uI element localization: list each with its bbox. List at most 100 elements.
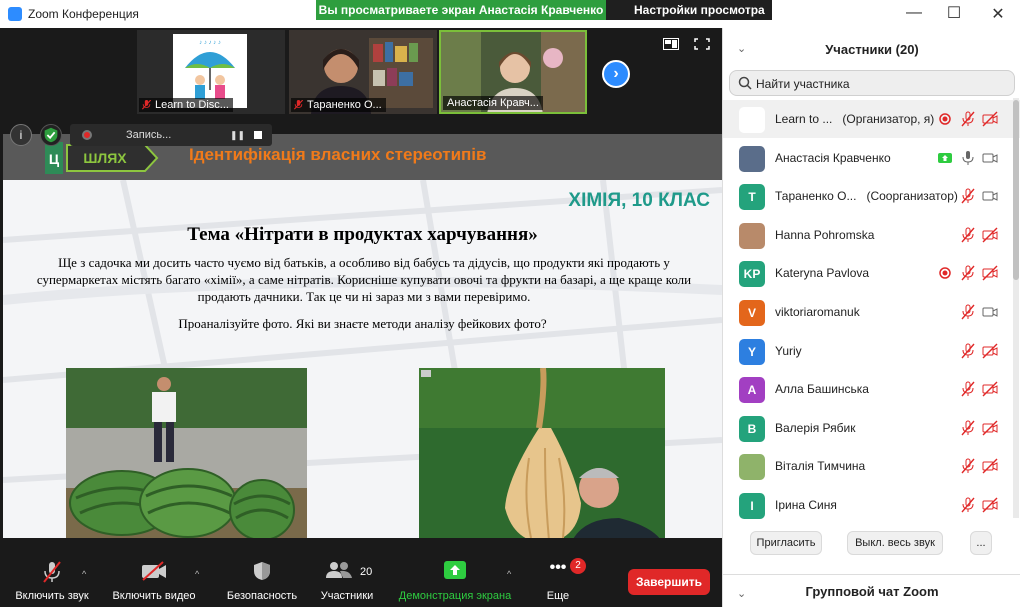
participant-name: Віталія Тимчина xyxy=(775,459,865,473)
svg-text:Ц: Ц xyxy=(49,151,60,167)
photo-badge xyxy=(421,370,431,377)
share-options-caret-icon[interactable]: ^ xyxy=(507,569,511,579)
thumbnail-name: Тараненко О... xyxy=(291,98,386,112)
svg-text:♪ ♪ ♪ ♪ ♪: ♪ ♪ ♪ ♪ ♪ xyxy=(199,40,221,46)
video-thumbnail[interactable]: Тараненко О... xyxy=(289,30,437,114)
recording-label: Запись... xyxy=(126,129,172,141)
security-label: Безопасность xyxy=(226,590,298,602)
encryption-shield-icon[interactable] xyxy=(40,124,62,146)
participant-avatar: B xyxy=(739,415,765,442)
mic-muted-icon xyxy=(961,497,975,513)
stop-recording-icon[interactable] xyxy=(254,131,262,139)
participant-row[interactable]: Vviktoriaromanuk xyxy=(723,293,1020,331)
participant-row[interactable]: B Валерія Рябик xyxy=(723,409,1020,447)
participant-name-text: Yuriy xyxy=(775,343,802,358)
participant-role: (Соорганизатор) xyxy=(866,189,958,204)
participant-avatar: V xyxy=(739,300,765,326)
mic-muted-icon xyxy=(294,100,303,110)
participant-name: Алла Башинська xyxy=(775,382,869,396)
participant-avatar xyxy=(739,107,765,133)
participant-name: Learn to ... (Организатор, я) xyxy=(775,112,934,126)
invite-button[interactable]: Пригласить xyxy=(750,531,822,555)
participant-row[interactable]: I Ірина Синя xyxy=(723,486,1020,522)
mic-muted-icon xyxy=(961,420,975,436)
start-video-button[interactable]: Включить видео xyxy=(106,539,202,607)
slide-question: Проаналізуйте фото. Які ви знаєте методи… xyxy=(178,316,547,331)
audio-options-caret-icon[interactable]: ^ xyxy=(82,569,86,579)
mic-muted-icon xyxy=(961,458,975,474)
video-options-caret-icon[interactable]: ^ xyxy=(195,569,199,579)
scrollbar-thumb[interactable] xyxy=(1013,100,1019,280)
participant-row[interactable]: A Алла Башинська xyxy=(723,370,1020,408)
participant-name-text: viktoriaromanuk xyxy=(775,305,860,319)
thumbnail-name-label: Learn to Disc... xyxy=(155,99,229,111)
slide-header-title: Ідентифікація власних стереотипів xyxy=(189,145,487,164)
more-label: Еще xyxy=(546,590,570,602)
group-chat-header[interactable]: ⌄ Групповой чат Zoom xyxy=(723,574,1020,607)
share-screen-icon xyxy=(444,561,466,579)
video-on-icon xyxy=(982,153,998,163)
participant-name-text: Анастасія Кравченко xyxy=(775,150,891,165)
participant-search[interactable] xyxy=(729,70,1015,96)
meeting-info-icon[interactable]: i xyxy=(10,124,32,146)
more-badge: 2 xyxy=(570,558,586,574)
mic-muted-icon xyxy=(961,227,975,243)
screen-share-banner: Вы просматриваете экран Анастасія Кравче… xyxy=(316,0,606,20)
security-button[interactable]: Безопасность xyxy=(218,539,306,607)
participant-avatar: A xyxy=(739,377,765,404)
thumbnail-name-label: Анастасія Кравч... xyxy=(447,97,539,109)
share-screen-label: Демонстрация экрана xyxy=(398,590,512,602)
participant-name: Тараненко О... (Соорганизатор) xyxy=(775,189,958,203)
participant-name: Hanna Pohromska xyxy=(775,228,874,242)
participant-row[interactable]: Віталія Тимчина xyxy=(723,447,1020,485)
participant-avatar: KP xyxy=(739,261,765,288)
participants-button[interactable]: 20 Участники xyxy=(310,539,384,607)
participant-search-input[interactable] xyxy=(756,75,1006,93)
video-off-icon xyxy=(982,265,998,281)
video-on-icon xyxy=(982,307,998,317)
video-off-icon xyxy=(142,561,166,581)
video-thumbnail-active-speaker[interactable]: Анастасія Кравч... xyxy=(439,30,587,114)
end-meeting-button[interactable]: Завершить xyxy=(628,569,710,595)
participant-name-text: Learn to ... xyxy=(775,112,833,126)
view-options-button[interactable]: Настройки просмотра ⌄ xyxy=(606,0,772,36)
mic-muted-icon xyxy=(961,304,975,320)
start-video-label: Включить видео xyxy=(112,590,196,602)
mute-all-button[interactable]: Выкл. весь звук xyxy=(847,531,943,555)
mic-on-icon xyxy=(962,150,974,165)
panel-more-button[interactable]: ... xyxy=(970,531,992,555)
participant-row[interactable]: T Тараненко О... (Соорганизатор) xyxy=(723,177,1020,215)
next-page-arrow-button[interactable]: › xyxy=(602,60,630,88)
participant-name: Yuriy xyxy=(775,344,802,358)
participant-row[interactable]: KP Kateryna Pavlova xyxy=(723,254,1020,292)
participant-name: Анастасія Кравченко xyxy=(775,151,891,165)
search-icon xyxy=(738,76,752,90)
share-screen-button[interactable]: Демонстрация экрана xyxy=(392,539,518,607)
participant-list-scrollbar[interactable] xyxy=(1013,98,1019,518)
close-icon[interactable]: ✕ xyxy=(988,4,1008,24)
recording-dot-icon xyxy=(82,130,92,140)
participant-row[interactable]: Анастасія Кравченко xyxy=(723,139,1020,177)
participant-avatar: T xyxy=(739,184,765,211)
participant-name-text: Hanna Pohromska xyxy=(775,227,875,242)
title-bar: Zoom Конференция Вы просматриваете экран… xyxy=(0,0,1020,36)
slide-body-text: Ще з садочка ми досить часто чуємо від б… xyxy=(36,255,692,304)
video-off-icon xyxy=(982,111,998,127)
participant-row[interactable]: Learn to ... (Организатор, я) xyxy=(723,100,1020,138)
participant-name-text: Ірина Синя xyxy=(775,498,837,512)
video-thumbnail-strip: ♪ ♪ ♪ ♪ ♪ Learn to Disc... Тараненко О..… xyxy=(0,28,722,118)
pause-recording-icon[interactable]: ❚❚ xyxy=(230,124,245,146)
video-thumbnail[interactable]: ♪ ♪ ♪ ♪ ♪ Learn to Disc... xyxy=(137,30,285,114)
gallery-layout-icon[interactable] xyxy=(663,38,679,50)
giant-onion-photo xyxy=(419,368,665,538)
minimize-icon[interactable]: — xyxy=(904,4,924,22)
recording-icon xyxy=(939,267,951,280)
participant-row[interactable]: Hanna Pohromska xyxy=(723,216,1020,254)
security-shield-icon xyxy=(254,562,270,580)
participant-row[interactable]: Y Yuriy xyxy=(723,332,1020,370)
more-button[interactable]: ••• 2 Еще xyxy=(530,539,586,607)
thumbnail-name: Анастасія Кравч... xyxy=(443,96,543,110)
participant-name: Валерія Рябик xyxy=(775,421,855,435)
fullscreen-icon[interactable] xyxy=(694,38,710,50)
maximize-icon[interactable]: ☐ xyxy=(944,3,964,23)
